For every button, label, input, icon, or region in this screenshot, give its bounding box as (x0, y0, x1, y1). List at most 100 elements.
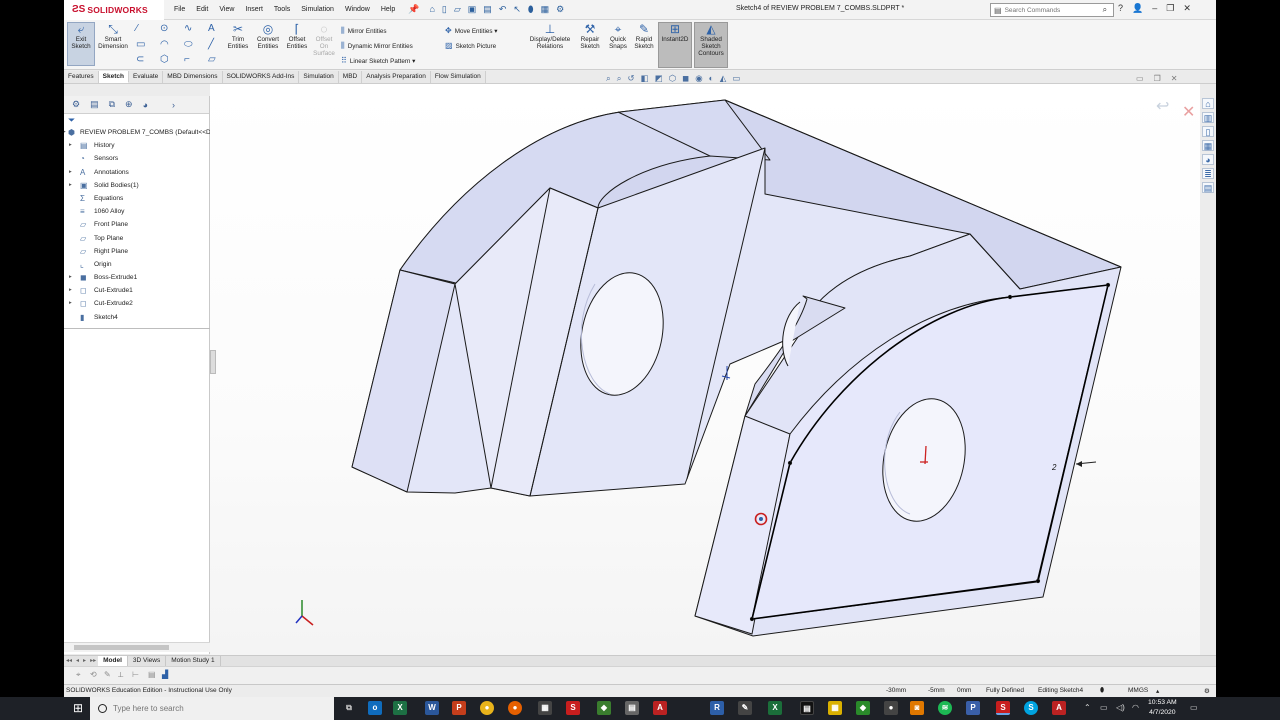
home-icon[interactable]: ⌂ (429, 4, 434, 15)
minimize-icon[interactable]: – (1152, 3, 1157, 14)
tree-item-material[interactable]: ≡ 1060 Alloy (64, 205, 209, 218)
view-palette-icon[interactable]: ▦ (1202, 140, 1214, 151)
tab-analysis-preparation[interactable]: Analysis Preparation (362, 71, 431, 83)
tab-model[interactable]: Model (98, 656, 128, 666)
sketch-point[interactable] (1105, 282, 1111, 288)
scrollbar-thumb[interactable] (74, 645, 169, 650)
tree-item-boss-extrude1[interactable]: ▸ ◼ Boss-Extrude1 (64, 271, 209, 284)
tab-sketch[interactable]: Sketch (98, 71, 129, 83)
sheet-icon[interactable]: ▤ (800, 701, 814, 715)
task-view-icon[interactable]: ⧉ (342, 701, 356, 715)
search-commands-box[interactable]: ▤ ⌕ (990, 3, 1114, 17)
taskbar-search-input[interactable] (113, 704, 313, 713)
edit-appearance-icon[interactable]: ◐ (709, 73, 714, 84)
timeline-view-icon[interactable]: ▤ (148, 670, 156, 679)
solidworks-active-icon[interactable]: S (996, 701, 1010, 715)
viewport-restore-icon[interactable]: ❐ (1154, 74, 1161, 83)
search-scope-icon[interactable]: ▤ (994, 6, 1002, 15)
spotify-icon[interactable]: ≋ (938, 701, 952, 715)
sketch-point[interactable] (1035, 578, 1041, 584)
zoom-to-area-icon[interactable]: ⌕ (617, 73, 622, 84)
tree-item-top-plane[interactable]: ▱ Top Plane (64, 232, 209, 245)
feature-manager-tab-icon[interactable]: ⚙ (72, 99, 80, 110)
expand-arrow-icon[interactable]: ▸ (69, 297, 72, 310)
property-manager-tab-icon[interactable]: ▤ (90, 99, 99, 110)
tab-mbd[interactable]: MBD (338, 71, 363, 83)
play-icon[interactable]: ⟲ (90, 670, 97, 679)
search-commands-input[interactable] (1004, 6, 1101, 14)
close-icon[interactable]: ✕ (1183, 3, 1191, 14)
user-icon[interactable]: 👤 (1132, 3, 1143, 14)
tray-overflow-icon[interactable]: ⌃ (1084, 703, 1091, 712)
unit-system[interactable]: MMGS (1128, 687, 1148, 694)
composer-icon[interactable]: ◆ (597, 701, 611, 715)
timeline-icon[interactable]: ⟂ (118, 670, 123, 680)
design-library-icon[interactable]: ▥ (1202, 112, 1214, 123)
section-view-icon[interactable]: ◧ (641, 73, 649, 84)
tree-item-sensors[interactable]: ◔ Sensors (64, 152, 209, 165)
dynamic-annotation-icon[interactable]: ◩ (655, 73, 663, 84)
app-icon[interactable]: ▦ (538, 701, 552, 715)
confirmation-corner-ok-icon[interactable]: ↩ (1156, 96, 1169, 116)
plane-tool-icon[interactable]: ▱ (208, 54, 216, 65)
pdf-icon[interactable]: A (1052, 701, 1066, 715)
display-manager-tab-icon[interactable]: ◕ (143, 100, 148, 110)
rapid-sketch-button[interactable]: ✎ Rapid Sketch (632, 23, 656, 65)
menu-help[interactable]: Help (381, 6, 395, 13)
open-icon[interactable]: ▱ (454, 4, 461, 15)
menu-tools[interactable]: Tools (274, 6, 290, 13)
volume-icon[interactable]: ◁) (1116, 703, 1125, 712)
quick-snaps-button[interactable]: ⌖ Quick Snaps (606, 23, 630, 65)
graph-icon[interactable]: ▟ (162, 670, 168, 679)
expand-arrow-icon[interactable]: ▸ (69, 166, 72, 179)
app3-icon[interactable]: P (966, 701, 980, 715)
tree-item-equations[interactable]: Σ Equations (64, 192, 209, 205)
rectangle-icon[interactable]: ▭ (136, 39, 145, 50)
previous-view-icon[interactable]: ↺ (628, 73, 635, 84)
view-orientation-icon[interactable]: ⬡ (669, 73, 676, 84)
next-tab-icon[interactable]: ▸ (81, 656, 88, 666)
search-icon[interactable]: ⌕ (1103, 5, 1107, 15)
zoom-to-fit-icon[interactable]: ⌕ (606, 73, 611, 84)
network-icon[interactable]: ▭ (1100, 703, 1108, 712)
last-tab-icon[interactable]: ▸▸ (88, 656, 98, 666)
media-icon[interactable]: ● (884, 701, 898, 715)
expand-arrow-icon[interactable]: ▸ (64, 126, 66, 139)
expand-arrow-icon[interactable]: ▸ (69, 284, 72, 297)
windows-start-icon[interactable]: ⊞ (73, 701, 83, 715)
action-center-icon[interactable]: ▭ (1190, 703, 1198, 712)
shaded-sketch-contours-button[interactable]: ◭ Shaded Sketch Contours (694, 22, 728, 68)
solidworks-2019-icon[interactable]: S (566, 701, 580, 715)
options-icon[interactable]: ⚙ (556, 4, 564, 15)
new-document-icon[interactable]: ▯ (442, 4, 447, 15)
tab-mbd-dimensions[interactable]: MBD Dimensions (163, 71, 223, 83)
toolbox-icon[interactable]: ▤ (625, 701, 639, 715)
first-tab-icon[interactable]: ◂◂ (64, 656, 74, 666)
recorder-icon[interactable]: ◆ (856, 701, 870, 715)
sketch-picture-button[interactable]: ▨ Sketch Picture (445, 41, 496, 50)
firefox-icon[interactable]: ● (508, 701, 522, 715)
tree-item-sketch4[interactable]: ▮ Sketch4 (64, 311, 209, 324)
fillet-icon[interactable]: ⌐ (184, 54, 190, 65)
stop-icon[interactable]: ✎ (104, 670, 111, 679)
trim-entities-button[interactable]: ✂ Trim Entities (225, 23, 251, 65)
word-icon[interactable]: W (425, 701, 439, 715)
ellipse-icon[interactable]: ⬭ (184, 39, 193, 50)
calculate-icon[interactable]: ⌖ (76, 670, 81, 680)
hide-show-items-icon[interactable]: ◉ (695, 73, 702, 84)
sketch-point[interactable] (787, 460, 793, 466)
excel-alt-icon[interactable]: X (768, 701, 782, 715)
dimension-label[interactable]: 2 (1051, 463, 1057, 472)
app2-icon[interactable]: ◙ (910, 701, 924, 715)
viewport-tile-icon[interactable]: ▭ (1136, 74, 1144, 83)
arc-icon[interactable]: ◠ (160, 39, 169, 50)
polygon-icon[interactable]: ⬡ (160, 54, 169, 65)
panel-collapse-handle[interactable] (210, 350, 216, 374)
convert-entities-button[interactable]: ◎ Convert Entities (253, 23, 283, 65)
menu-file[interactable]: File (174, 6, 185, 13)
tab-evaluate[interactable]: Evaluate (128, 71, 164, 83)
tab-simulation[interactable]: Simulation (299, 71, 339, 83)
taskbar-search-box[interactable] (90, 697, 334, 720)
smart-dimension-button[interactable]: ⤡ Smart Dimension (96, 23, 130, 65)
circle-icon[interactable]: ⊙ (160, 23, 168, 34)
